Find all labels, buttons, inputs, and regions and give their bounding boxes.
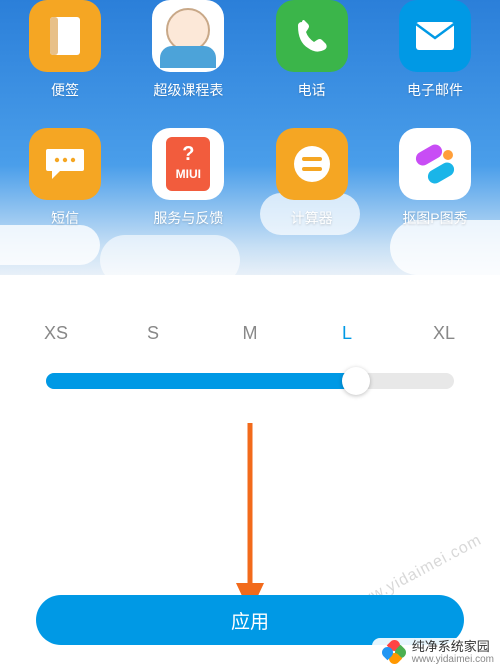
app-schedule[interactable]: 超级课程表 [143,0,233,100]
notes-icon [29,0,101,72]
size-s[interactable]: S [133,323,173,344]
brand-logo-icon [382,640,406,664]
arrow-annotation-icon [230,423,270,613]
size-control-panel: XS S M L XL www.yidaimei.com 应用 [0,275,500,667]
app-row-2: 短信 ?MIUI 服务与反馈 计算器 抠图P图秀 [20,100,480,228]
phone-icon [276,0,348,72]
app-row-1: 便签 超级课程表 电话 电子邮件 [20,0,480,100]
app-notes[interactable]: 便签 [20,0,110,100]
feedback-icon: ?MIUI [152,128,224,200]
calculator-icon [276,128,348,200]
sms-icon [29,128,101,200]
app-phone[interactable]: 电话 [267,0,357,100]
size-l[interactable]: L [327,323,367,344]
app-label: 电话 [298,80,326,100]
size-options: XS S M L XL [36,323,464,344]
size-xs[interactable]: XS [36,323,76,344]
size-xl[interactable]: XL [424,323,464,344]
miui-text: MIUI [176,167,201,181]
home-preview-area: 便签 超级课程表 电话 电子邮件 短信 [0,0,500,275]
app-koutu[interactable]: 抠图P图秀 [390,128,480,228]
slider-fill [46,373,356,389]
app-label: 短信 [51,208,79,228]
app-calculator[interactable]: 计算器 [267,128,357,228]
brand-name: 纯净系统家园 [412,640,494,654]
schedule-icon [152,0,224,72]
app-label: 抠图P图秀 [402,208,467,228]
size-m[interactable]: M [230,323,270,344]
email-icon [399,0,471,72]
app-label: 计算器 [291,208,333,228]
koutu-icon [399,128,471,200]
app-label: 便签 [51,80,79,100]
slider-thumb[interactable] [342,367,370,395]
app-label: 电子邮件 [407,80,463,100]
size-slider[interactable] [46,366,454,394]
footer-brand: 纯净系统家园 www.yidaimei.com [372,638,500,667]
app-label: 服务与反馈 [153,208,223,228]
app-feedback[interactable]: ?MIUI 服务与反馈 [143,128,233,228]
app-email[interactable]: 电子邮件 [390,0,480,100]
app-sms[interactable]: 短信 [20,128,110,228]
brand-url: www.yidaimei.com [412,654,494,665]
app-label: 超级课程表 [153,80,223,100]
apply-button-label: 应用 [231,607,269,634]
